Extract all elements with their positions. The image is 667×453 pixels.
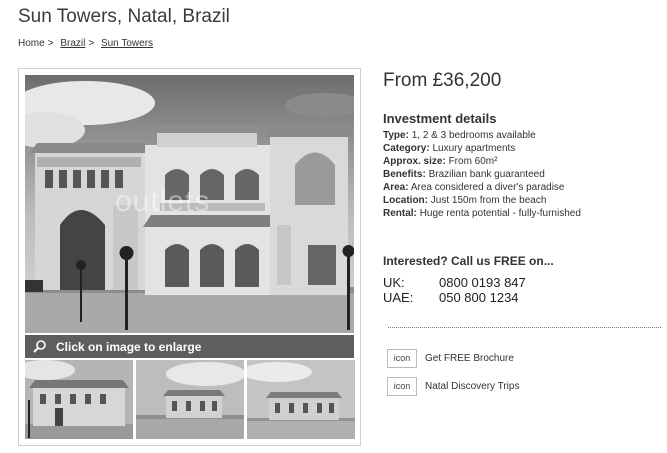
phone-uk[interactable]: UK: 0800 0193 847: [383, 275, 526, 290]
trips-icon: icon: [387, 377, 417, 396]
main-property-photo[interactable]: outlets: [25, 75, 354, 333]
listing-price: From £36,200: [383, 70, 502, 91]
photo-watermark: outlets: [115, 185, 211, 218]
detail-value: 1, 2 & 3 bedrooms available: [411, 130, 536, 141]
detail-benefits: Benefits: Brazilian bank guaranteed: [383, 168, 581, 181]
detail-value: Area considered a diver's paradise: [410, 182, 565, 193]
detail-area: Area: Area considered a diver's paradise: [383, 181, 581, 194]
page-title: Sun Towers, Natal, Brazil: [18, 6, 230, 27]
detail-label: Area:: [383, 182, 409, 193]
thumbnail-1-image: [25, 360, 133, 439]
breadcrumb-link-sun-towers[interactable]: Sun Towers: [101, 38, 153, 49]
detail-value: Luxury apartments: [432, 143, 516, 154]
breadcrumb-home[interactable]: Home: [18, 38, 45, 49]
action-label: Get FREE Brochure: [425, 353, 514, 364]
thumbnail-1[interactable]: [25, 360, 133, 439]
detail-location: Location: Just 150m from the beach: [383, 194, 581, 207]
enlarge-image-bar[interactable]: Click on image to enlarge: [25, 335, 354, 358]
thumbnail-3[interactable]: [247, 360, 355, 439]
detail-type: Type: 1, 2 & 3 bedrooms available: [383, 129, 581, 142]
detail-label: Location:: [383, 195, 428, 206]
get-free-brochure-link[interactable]: icon Get FREE Brochure: [387, 349, 514, 368]
detail-value: Brazilian bank guaranteed: [428, 169, 545, 180]
action-label: Natal Discovery Trips: [425, 381, 520, 392]
dotted-divider: [388, 327, 661, 328]
investment-details-heading: Investment details: [383, 111, 497, 126]
photo-gallery: outlets Click on image to enlarge: [18, 68, 361, 446]
phone-number: 0800 0193 847: [439, 275, 526, 290]
thumbnail-2-image: [136, 360, 244, 439]
detail-value: From 60m²: [448, 156, 498, 167]
detail-value: Huge renta potential - fully-furnished: [419, 208, 581, 219]
detail-label: Category:: [383, 143, 430, 154]
detail-size: Approx. size: From 60m²: [383, 155, 581, 168]
thumbnail-2[interactable]: [136, 360, 244, 439]
detail-label: Rental:: [383, 208, 417, 219]
investment-details-list: Type: 1, 2 & 3 bedrooms available Catego…: [383, 129, 581, 220]
detail-label: Benefits:: [383, 169, 426, 180]
detail-label: Type:: [383, 130, 409, 141]
phone-number: 050 800 1234: [439, 290, 519, 305]
detail-label: Approx. size:: [383, 156, 446, 167]
discovery-trips-link[interactable]: icon Natal Discovery Trips: [387, 377, 519, 396]
phone-label: UK:: [383, 275, 405, 290]
enlarge-label: Click on image to enlarge: [56, 340, 202, 354]
detail-category: Category: Luxury apartments: [383, 142, 581, 155]
magnifier-icon: [33, 339, 47, 356]
breadcrumb-link-brazil[interactable]: Brazil: [60, 38, 85, 49]
contact-heading: Interested? Call us FREE on...: [383, 254, 554, 268]
thumbnail-3-image: [247, 360, 355, 439]
breadcrumb: Home > Brazil > Sun Towers: [18, 38, 153, 49]
phone-uae[interactable]: UAE: 050 800 1234: [383, 290, 526, 305]
phone-label: UAE:: [383, 290, 414, 305]
detail-rental: Rental: Huge renta potential - fully-fur…: [383, 207, 581, 220]
detail-value: Just 150m from the beach: [430, 195, 547, 206]
brochure-icon: icon: [387, 349, 417, 368]
contact-phones: UK: 0800 0193 847 UAE: 050 800 1234: [383, 275, 526, 305]
breadcrumb-separator: >: [47, 38, 54, 49]
breadcrumb-separator: >: [88, 38, 95, 49]
